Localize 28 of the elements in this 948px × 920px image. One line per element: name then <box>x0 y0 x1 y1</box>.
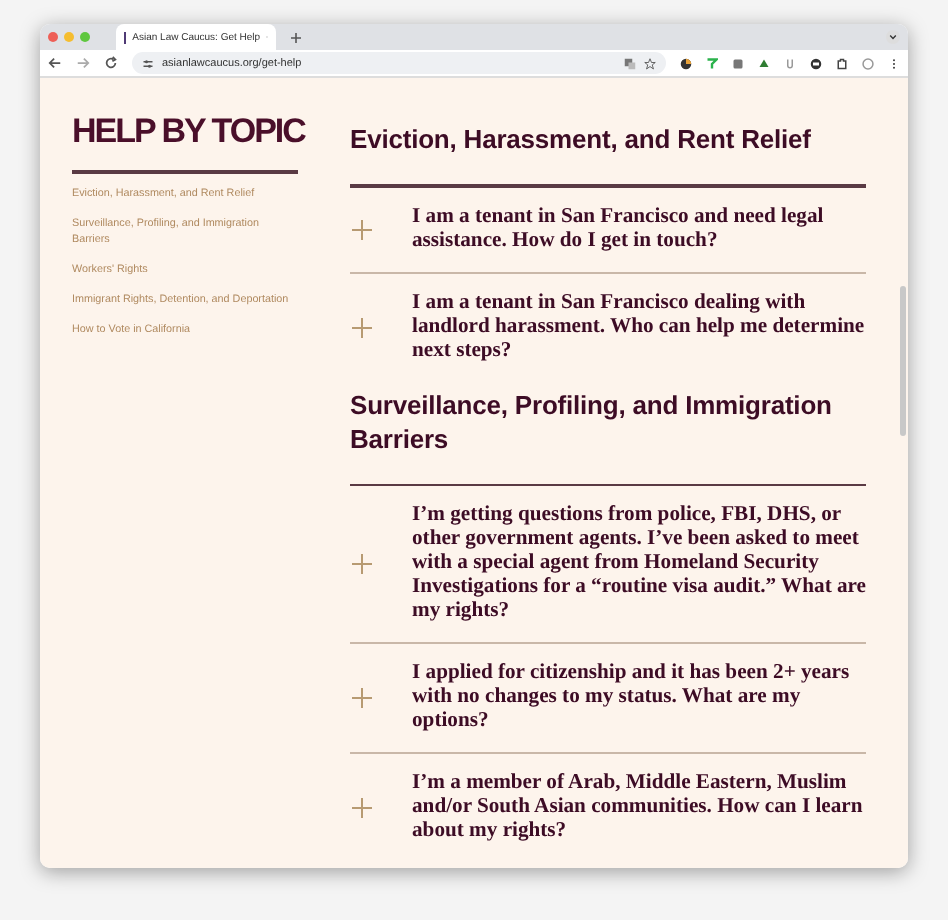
tab-menu-icon[interactable] <box>886 30 900 44</box>
question-text[interactable]: I’m a member of Arab, Middle Eastern, Muslim and/or South Asian communities. How can I learn about my rights? <box>412 772 866 844</box>
profile-icon[interactable] <box>862 57 874 69</box>
extensions-icon[interactable] <box>836 57 848 69</box>
new-tab-icon[interactable] <box>290 31 302 43</box>
back-icon[interactable] <box>48 56 62 70</box>
star-icon[interactable] <box>644 57 656 69</box>
section-heading: Surveillance, Profiling, and Immigration Barriers <box>350 387 834 455</box>
site-settings-icon[interactable] <box>142 57 154 69</box>
expand-icon[interactable] <box>352 219 372 239</box>
close-window-icon[interactable] <box>48 32 58 42</box>
expand-icon[interactable] <box>352 317 372 337</box>
reload-icon[interactable] <box>104 56 118 70</box>
maximize-window-icon[interactable] <box>80 32 90 42</box>
extension-icon[interactable] <box>680 57 692 69</box>
translate-icon[interactable] <box>624 57 636 69</box>
question-text[interactable]: I applied for citizenship and it has been 2+ years with no changes to my status. What are my options? <box>412 662 866 734</box>
expand-icon[interactable] <box>352 688 372 708</box>
expand-icon[interactable] <box>352 554 372 574</box>
section-heading: Eviction, Harassment, and Rent Relief <box>350 122 813 156</box>
scrollbar-thumb[interactable] <box>900 286 906 436</box>
question-text[interactable]: I am a tenant in San Francisco dealing with landlord harassment. Who can help me determine next steps? <box>412 291 866 363</box>
question-text[interactable]: I am a tenant in San Francisco and need legal assistance. How do I get in touch? <box>412 205 866 253</box>
expand-icon[interactable] <box>352 798 372 818</box>
sidebar-title: HELP BY TOPIC <box>72 110 305 154</box>
forward-icon[interactable] <box>76 56 90 70</box>
question-text[interactable]: I’m getting questions from police, FBI, DHS, or other government agents. I’ve been asked to meet with a special agent from Homeland Security Investigations for a “routine visa audit.” What are my rights? <box>412 504 866 624</box>
extension-icon[interactable] <box>810 57 822 69</box>
